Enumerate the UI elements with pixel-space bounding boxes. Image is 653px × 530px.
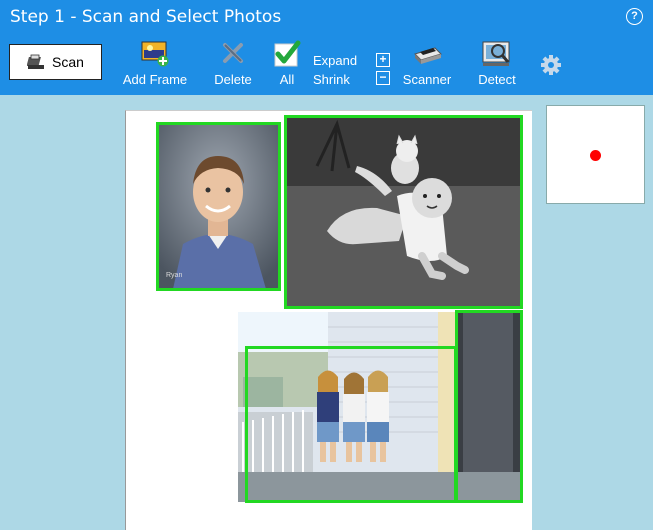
help-icon[interactable]: ? (626, 8, 643, 25)
select-all-button[interactable]: All (272, 40, 302, 87)
add-frame-icon (141, 41, 169, 67)
expand-button[interactable]: Expand (313, 53, 357, 68)
scanner-settings-icon (414, 47, 442, 64)
selection-frame-2[interactable] (284, 115, 523, 309)
scanner-icon (27, 54, 45, 69)
scanner-button[interactable]: Scanner (400, 40, 454, 87)
settings-button[interactable] (540, 54, 562, 81)
shrink-icon[interactable]: − (376, 71, 390, 85)
page-title: Step 1 - Scan and Select Photos (10, 7, 282, 27)
select-all-icon (274, 40, 301, 67)
detect-icon (482, 41, 510, 66)
scanner-label: Scanner (402, 72, 452, 87)
add-frame-button[interactable]: Add Frame (118, 40, 192, 87)
expand-icon[interactable]: + (376, 53, 390, 67)
detect-label: Detect (478, 72, 516, 87)
gear-icon (541, 55, 561, 75)
scan-label: Scan (52, 54, 84, 70)
delete-label: Delete (214, 72, 252, 87)
scan-button[interactable]: Scan (9, 44, 102, 80)
selection-frame-4[interactable] (455, 310, 523, 503)
detect-button[interactable]: Detect (470, 40, 524, 87)
expand-label: Expand (313, 53, 358, 68)
selection-preview-box (546, 105, 645, 204)
delete-icon (223, 43, 243, 63)
shrink-label: Shrink (313, 72, 350, 87)
header-bar: Step 1 - Scan and Select Photos ? Scan A… (0, 0, 653, 95)
all-label: All (279, 72, 295, 87)
delete-button[interactable]: Delete (208, 40, 258, 87)
preview-dot (590, 150, 601, 161)
selection-frame-3[interactable] (245, 346, 457, 503)
selection-frame-1[interactable] (156, 122, 281, 291)
add-frame-label: Add Frame (122, 72, 188, 87)
shrink-button[interactable]: Shrink (313, 72, 350, 87)
